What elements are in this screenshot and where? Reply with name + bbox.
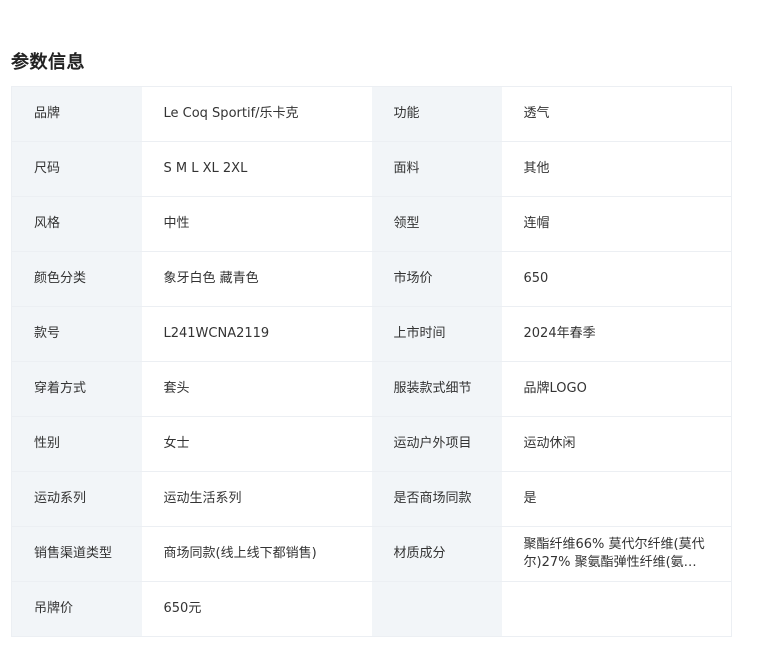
param-label: 面料 (371, 141, 502, 197)
param-label: 市场价 (371, 251, 502, 307)
param-value: 运动休闲 (501, 416, 732, 472)
param-value: 650 (501, 251, 732, 307)
param-label: 销售渠道类型 (11, 526, 142, 582)
param-row: 尺码 S M L XL 2XL 面料 其他 (11, 141, 732, 197)
param-value: 2024年春季 (501, 306, 732, 362)
param-value: S M L XL 2XL (141, 141, 372, 197)
param-label: 风格 (11, 196, 142, 252)
param-label: 尺码 (11, 141, 142, 197)
param-label: 性别 (11, 416, 142, 472)
param-value: 运动生活系列 (141, 471, 372, 527)
param-value: 连帽 (501, 196, 732, 252)
param-row: 销售渠道类型 商场同款(线上线下都销售) 材质成分 聚酯纤维66% 莫代尔纤维(… (11, 526, 732, 582)
param-label: 领型 (371, 196, 502, 252)
param-label: 功能 (371, 86, 502, 142)
param-row: 吊牌价 650元 (11, 581, 732, 637)
param-value-text: 聚酯纤维66% 莫代尔纤维(莫代尔)27% 聚氨酯弹性纤维(氨纶)... (523, 537, 705, 570)
param-row: 性别 女士 运动户外项目 运动休闲 (11, 416, 732, 472)
param-value-material: 聚酯纤维66% 莫代尔纤维(莫代尔)27% 聚氨酯弹性纤维(氨纶)... (501, 526, 732, 582)
param-value: 象牙白色 藏青色 (141, 251, 372, 307)
param-row: 运动系列 运动生活系列 是否商场同款 是 (11, 471, 732, 527)
param-label: 颜色分类 (11, 251, 142, 307)
param-row: 品牌 Le Coq Sportif/乐卡克 功能 透气 (11, 86, 732, 142)
param-value: 商场同款(线上线下都销售) (141, 526, 372, 582)
param-label: 款号 (11, 306, 142, 362)
param-value: 中性 (141, 196, 372, 252)
param-label: 运动系列 (11, 471, 142, 527)
section-title: 参数信息 (11, 52, 85, 73)
param-label: 材质成分 (371, 526, 502, 582)
param-value: 650元 (141, 581, 372, 637)
param-value: 是 (501, 471, 732, 527)
param-value: 透气 (501, 86, 732, 142)
param-value: 套头 (141, 361, 372, 417)
param-label: 运动户外项目 (371, 416, 502, 472)
param-value: 女士 (141, 416, 372, 472)
param-label: 服装款式细节 (371, 361, 502, 417)
param-label: 品牌 (11, 86, 142, 142)
param-value: Le Coq Sportif/乐卡克 (141, 86, 372, 142)
param-value: 其他 (501, 141, 732, 197)
param-row: 颜色分类 象牙白色 藏青色 市场价 650 (11, 251, 732, 307)
param-row: 风格 中性 领型 连帽 (11, 196, 732, 252)
param-label: 是否商场同款 (371, 471, 502, 527)
param-label: 上市时间 (371, 306, 502, 362)
params-table: 品牌 Le Coq Sportif/乐卡克 功能 透气 尺码 S M L XL … (11, 86, 732, 637)
param-value: L241WCNA2119 (141, 306, 372, 362)
param-label: 穿着方式 (11, 361, 142, 417)
param-value-empty (501, 581, 732, 637)
param-label-empty (371, 581, 502, 637)
param-label: 吊牌价 (11, 581, 142, 637)
param-row: 款号 L241WCNA2119 上市时间 2024年春季 (11, 306, 732, 362)
param-value: 品牌LOGO (501, 361, 732, 417)
param-row: 穿着方式 套头 服装款式细节 品牌LOGO (11, 361, 732, 417)
